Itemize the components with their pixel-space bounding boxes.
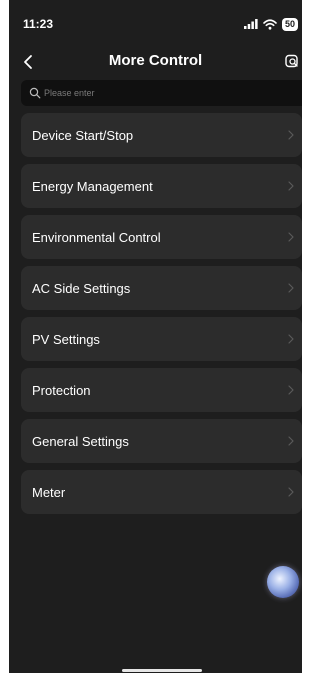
assistant-orb-button[interactable] [267,566,299,598]
battery-icon: 50 [281,17,298,31]
chevron-right-icon [288,181,294,191]
status-bar: 11:23 50 [9,0,302,44]
navigation-bar: More Control [9,48,302,76]
menu-item-environmental-control[interactable]: Environmental Control [21,215,302,259]
settings-search-icon[interactable] [284,53,300,69]
status-icons: 50 [243,17,298,31]
chevron-right-icon [288,436,294,446]
menu-item-label: AC Side Settings [32,280,131,296]
search-bar[interactable] [21,80,302,106]
search-input[interactable] [44,88,284,98]
menu-item-device-start-stop[interactable]: Device Start/Stop [21,113,302,157]
menu-item-pv-settings[interactable]: PV Settings [21,317,302,361]
menu-item-label: General Settings [32,433,129,449]
menu-item-label: PV Settings [32,331,100,347]
menu-item-label: Device Start/Stop [32,127,134,143]
menu-item-general-settings[interactable]: General Settings [21,419,302,463]
chevron-right-icon [288,283,294,293]
signal-icon [243,19,258,29]
chevron-right-icon [288,334,294,344]
search-icon [29,87,41,99]
chevron-right-icon [288,385,294,395]
home-indicator[interactable] [122,669,202,672]
menu-item-energy-management[interactable]: Energy Management [21,164,302,208]
menu-item-label: Energy Management [32,178,153,194]
menu-item-label: Environmental Control [32,229,161,245]
chevron-right-icon [288,487,294,497]
wifi-icon [263,18,277,30]
menu-item-label: Meter [32,484,66,500]
chevron-right-icon [288,232,294,242]
menu-list: Device Start/Stop Energy Management Envi… [21,113,302,521]
menu-item-ac-side-settings[interactable]: AC Side Settings [21,266,302,310]
menu-item-label: Protection [32,382,91,398]
app-screen: 11:23 50 More Control Please enter Devic… [9,0,302,673]
menu-item-protection[interactable]: Protection [21,368,302,412]
status-time: 11:23 [23,17,54,31]
chevron-right-icon [288,130,294,140]
menu-item-meter[interactable]: Meter [21,470,302,514]
page-title: More Control [108,52,203,69]
